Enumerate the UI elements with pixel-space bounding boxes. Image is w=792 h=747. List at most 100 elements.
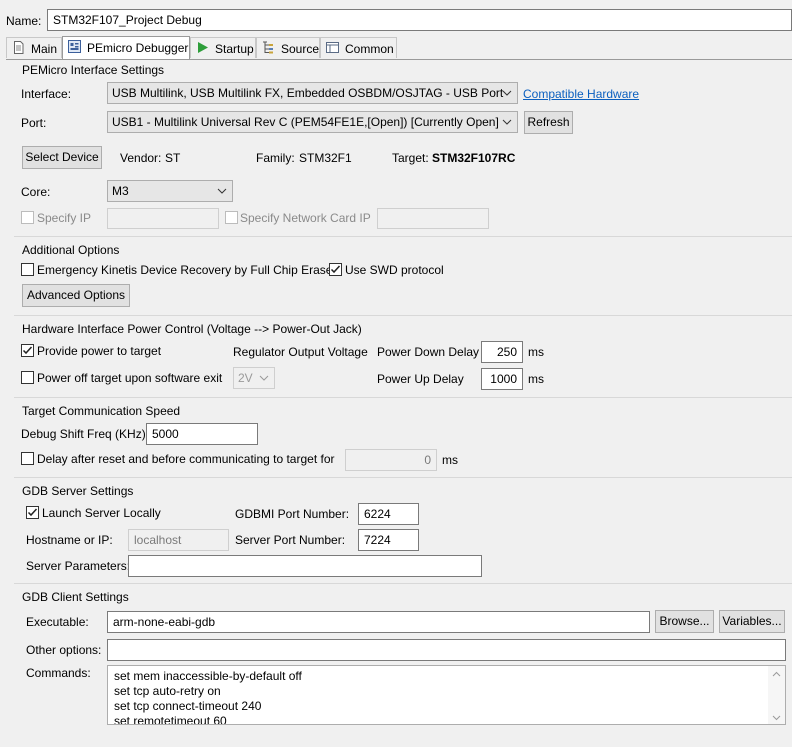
hostname-input[interactable]: localhost [128, 529, 229, 551]
compatible-hardware-link[interactable]: Compatible Hardware [523, 87, 639, 101]
specify-ip-checkbox[interactable] [21, 211, 34, 224]
hostname-label: Hostname or IP: [26, 533, 113, 547]
use-swd-label: Use SWD protocol [345, 263, 444, 277]
pemicro-icon [68, 40, 81, 53]
gdbmi-port-input[interactable]: 6224 [358, 503, 419, 525]
tab-common-label: Common [345, 42, 394, 56]
provide-power-label: Provide power to target [37, 344, 162, 358]
check-icon [27, 508, 38, 517]
pemicro-settings-title: PEMicro Interface Settings [22, 63, 165, 77]
browse-button[interactable]: Browse... [655, 610, 714, 633]
voltage-combo[interactable]: 2V [233, 367, 275, 389]
server-parameters-label: Server Parameters: [26, 559, 131, 573]
section-divider [14, 477, 792, 478]
tab-source-label: Source [281, 42, 320, 56]
additional-options-title: Additional Options [22, 243, 120, 257]
launch-server-label: Launch Server Locally [42, 506, 161, 520]
commands-textarea[interactable]: set mem inaccessible-by-default off set … [107, 665, 786, 725]
variables-button[interactable]: Variables... [719, 610, 785, 633]
source-lookup-icon [263, 41, 273, 54]
gdbmi-port-label: GDBMI Port Number: [235, 507, 350, 521]
refresh-button[interactable]: Refresh [524, 111, 573, 134]
section-divider [14, 583, 792, 584]
tab-main[interactable]: Main [6, 37, 62, 58]
gdb-client-title: GDB Client Settings [22, 590, 129, 604]
power-off-label: Power off target upon software exit [37, 371, 223, 385]
use-swd-checkbox[interactable] [329, 263, 342, 276]
provide-power-checkbox[interactable] [21, 344, 34, 357]
gdb-server-title: GDB Server Settings [22, 484, 134, 498]
power-down-unit: ms [528, 345, 544, 359]
server-parameters-input[interactable] [128, 555, 482, 577]
emergency-recovery-label: Emergency Kinetis Device Recovery by Ful… [37, 263, 333, 277]
chevron-down-icon [502, 90, 512, 96]
server-port-input[interactable]: 7224 [358, 529, 419, 551]
power-down-delay-label: Power Down Delay [377, 345, 480, 359]
port-combo[interactable]: USB1 - Multilink Universal Rev C (PEM54F… [107, 111, 518, 133]
common-tab-icon [326, 42, 339, 53]
core-label: Core: [21, 185, 51, 199]
commands-scrollbar[interactable] [768, 666, 785, 724]
specify-network-card-label: Specify Network Card IP [240, 211, 371, 225]
specify-ip-input[interactable] [107, 208, 219, 229]
section-divider [14, 315, 792, 316]
chevron-up-icon[interactable] [771, 670, 782, 678]
command-line: set tcp connect-timeout 240 [114, 699, 262, 713]
power-control-title: Hardware Interface Power Control (Voltag… [22, 322, 362, 336]
check-icon [330, 265, 341, 274]
executable-label: Executable: [26, 615, 89, 629]
tab-pemicro-label: PEmicro Debugger [87, 41, 189, 55]
server-port-label: Server Port Number: [235, 533, 346, 547]
specify-network-card-checkbox[interactable] [225, 211, 238, 224]
play-icon [198, 42, 208, 53]
launch-server-checkbox[interactable] [26, 506, 39, 519]
power-up-unit: ms [528, 372, 544, 386]
tab-startup[interactable]: Startup [190, 37, 256, 58]
tab-startup-label: Startup [215, 42, 254, 56]
family-value: STM32F1 [299, 151, 352, 165]
executable-input[interactable]: arm-none-eabi-gdb [107, 611, 650, 633]
section-divider [14, 236, 792, 237]
other-options-input[interactable] [107, 639, 786, 661]
power-off-checkbox[interactable] [21, 371, 34, 384]
other-options-label: Other options: [26, 643, 102, 657]
target-value: STM32F107RC [432, 151, 516, 165]
interface-combo[interactable]: USB Multilink, USB Multilink FX, Embedde… [107, 82, 518, 104]
interface-label: Interface: [21, 87, 72, 101]
command-line: set mem inaccessible-by-default off [114, 669, 302, 683]
specify-ip-label: Specify IP [37, 211, 92, 225]
command-line: set tcp auto-retry on [114, 684, 221, 698]
advanced-options-button[interactable]: Advanced Options [22, 284, 130, 307]
chevron-down-icon[interactable] [771, 714, 782, 722]
debug-shift-freq-label: Debug Shift Freq (KHz) [21, 427, 146, 441]
tab-common[interactable]: Common [320, 37, 397, 58]
port-combo-value: USB1 - Multilink Universal Rev C (PEM54F… [112, 115, 499, 129]
name-input[interactable]: STM32F107_Project Debug [47, 9, 792, 31]
tab-source[interactable]: Source [256, 37, 320, 58]
core-combo[interactable]: M3 [107, 180, 233, 202]
network-card-ip-input[interactable] [377, 208, 489, 229]
target-label: Target: [392, 151, 429, 165]
vendor-label: Vendor: [120, 151, 162, 165]
family-label: Family: [256, 151, 295, 165]
chevron-down-icon [259, 375, 269, 381]
delay-after-reset-checkbox[interactable] [21, 452, 34, 465]
tab-pemicro-debugger[interactable]: PEmicro Debugger [62, 36, 190, 59]
power-up-delay-input[interactable]: 1000 [481, 368, 523, 390]
power-up-delay-label: Power Up Delay [377, 372, 464, 386]
chevron-down-icon [217, 188, 227, 194]
delay-after-reset-input[interactable]: 0 [345, 449, 437, 471]
port-label: Port: [21, 116, 47, 130]
section-divider [14, 397, 792, 398]
comm-speed-title: Target Communication Speed [22, 404, 181, 418]
voltage-combo-value: 2V [238, 371, 253, 385]
core-combo-value: M3 [112, 184, 129, 198]
regulator-output-label: Regulator Output Voltage [233, 345, 368, 359]
select-device-button[interactable]: Select Device [22, 146, 102, 169]
vendor-value: ST [165, 151, 181, 165]
document-icon [14, 41, 24, 54]
power-down-delay-input[interactable]: 250 [481, 341, 523, 363]
debug-shift-freq-input[interactable]: 5000 [146, 423, 258, 445]
chevron-down-icon [502, 119, 512, 125]
emergency-recovery-checkbox[interactable] [21, 263, 34, 276]
